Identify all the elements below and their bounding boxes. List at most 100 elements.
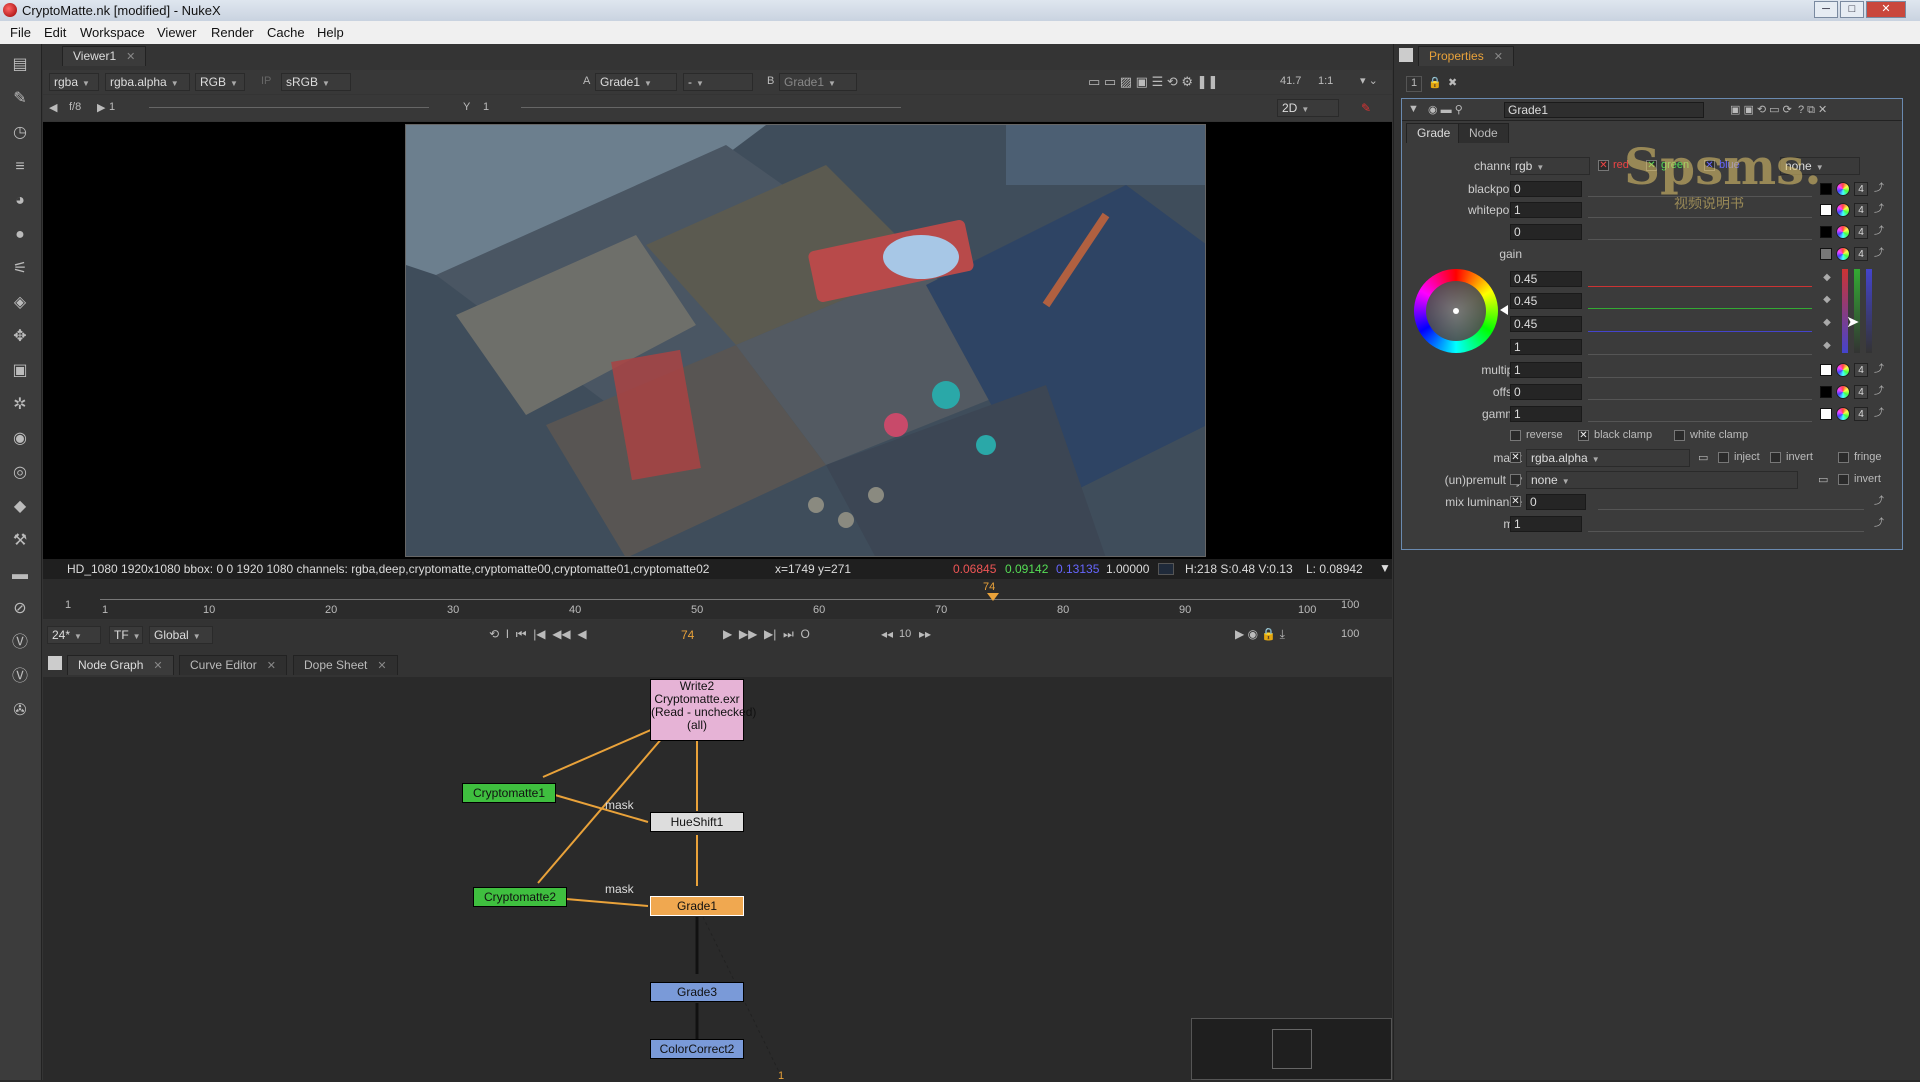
arrows-icon[interactable]: ◆ <box>1820 271 1834 285</box>
color-wheel-icon[interactable] <box>1836 247 1850 261</box>
menu-render[interactable]: Render <box>211 25 254 40</box>
gain-alpha-field[interactable]: 1 <box>1510 339 1582 355</box>
step-back-icon[interactable]: ◂◂ <box>881 627 893 641</box>
fps-dropdown[interactable]: 24* ▼ <box>47 626 101 644</box>
animation-curve-icon[interactable]: ⤴ <box>1872 363 1886 377</box>
lift-slider[interactable] <box>1588 224 1812 240</box>
animation-curve-icon[interactable]: ⤴ <box>1872 407 1886 421</box>
maximize-button[interactable]: □ <box>1840 1 1864 18</box>
blackpoint-slider[interactable] <box>1588 181 1812 197</box>
gain-blue-field[interactable]: 0.45 <box>1510 316 1582 332</box>
arrows-icon[interactable]: ◆ <box>1820 316 1834 330</box>
prev-fstop-icon[interactable]: ◀ <box>49 101 57 114</box>
mix-field[interactable]: 1 <box>1510 516 1582 532</box>
lift-swatch[interactable] <box>1820 226 1832 238</box>
ip-button[interactable]: IP <box>261 75 271 87</box>
fringe-checkbox[interactable] <box>1838 452 1849 463</box>
unpremult-link-icon[interactable]: ▭ <box>1818 473 1828 486</box>
gamma-field[interactable]: 1 <box>483 101 489 113</box>
gain-green-slider[interactable] <box>1588 293 1812 309</box>
menu-edit[interactable]: Edit <box>44 25 66 40</box>
black-clamp-checkbox[interactable]: ✕ <box>1578 430 1589 441</box>
chevron-down-icon[interactable]: ▼ <box>1379 561 1391 575</box>
animation-curve-icon[interactable]: ⤴ <box>1872 203 1886 217</box>
transport-buttons-right[interactable]: ▶ ▶▶ ▶| ⏭ O <box>723 627 810 642</box>
split-channels-button[interactable]: 4 <box>1854 203 1868 217</box>
b-input-dropdown[interactable]: Grade1 ▼ <box>779 73 857 91</box>
tab-node[interactable]: Node <box>1458 123 1509 143</box>
particles-tool-icon[interactable]: ✲ <box>9 394 31 416</box>
view-mode-dropdown[interactable]: 2D ▼ <box>1277 99 1339 117</box>
panel-tool-icons[interactable]: ◉ ▬ ⚲ <box>1428 103 1463 116</box>
gain-rgb-bars[interactable] <box>1842 269 1848 353</box>
cara-vr-tool-icon[interactable]: ✇ <box>9 700 31 722</box>
animation-curve-icon[interactable]: ⤴ <box>1872 385 1886 399</box>
gamma-swatch[interactable] <box>1820 408 1832 420</box>
mask-link-icon[interactable]: ▭ <box>1698 451 1708 464</box>
timeline[interactable]: 1 1 10 20 30 40 50 60 70 80 90 100 74 10… <box>43 579 1392 619</box>
color-wheel-icon[interactable] <box>1836 385 1850 399</box>
color-wheel-icon[interactable] <box>1836 363 1850 377</box>
split-channels-button[interactable]: 4 <box>1854 407 1868 421</box>
color-wheel-icon[interactable] <box>1836 407 1850 421</box>
channels-dropdown[interactable]: rgba ▼ <box>49 73 99 91</box>
node-grade3[interactable]: Grade3 <box>650 982 744 1002</box>
node-graph-canvas[interactable]: Write2 Cryptomatte.exr (Read - unchecked… <box>43 677 1392 1082</box>
multiply-field[interactable]: 1 <box>1510 362 1582 378</box>
whitepoint-field[interactable]: 1 <box>1510 202 1582 218</box>
time-tool-icon[interactable]: ◷ <box>9 122 31 144</box>
whitepoint-slider[interactable] <box>1588 202 1812 218</box>
gain-bar-blue[interactable] <box>1866 269 1872 353</box>
node-colorcorrect2[interactable]: ColorCorrect2 <box>650 1039 744 1059</box>
close-tab-icon[interactable]: ✕ <box>126 51 135 63</box>
animation-curve-icon[interactable]: ⤴ <box>1872 247 1886 261</box>
unpremult-invert-checkbox[interactable] <box>1838 474 1849 485</box>
blackpoint-swatch[interactable] <box>1820 183 1832 195</box>
filter-tool-icon[interactable]: ● <box>9 224 31 246</box>
minimize-button[interactable]: ─ <box>1814 1 1838 18</box>
gain-swatch[interactable] <box>1820 248 1832 260</box>
views-tool-icon[interactable]: ◎ <box>9 462 31 484</box>
red-checkbox[interactable]: ✕ <box>1598 160 1609 171</box>
split-channels-button[interactable]: 4 <box>1854 363 1868 377</box>
tab-grade[interactable]: Grade <box>1406 123 1462 143</box>
gamma-field[interactable]: 1 <box>1510 406 1582 422</box>
merge-tool-icon[interactable]: ◈ <box>9 292 31 314</box>
image-tool-icon[interactable]: ▤ <box>9 54 31 76</box>
arrows-icon[interactable]: ◆ <box>1820 339 1834 353</box>
pane-menu-icon[interactable] <box>1399 48 1413 62</box>
metadata-tool-icon[interactable]: ◆ <box>9 496 31 518</box>
lock-icon[interactable]: 🔒 <box>1428 76 1442 89</box>
invert-checkbox[interactable] <box>1770 452 1781 463</box>
node-grade1[interactable]: Grade1 <box>650 896 744 916</box>
gain-red-field[interactable]: 0.45 <box>1510 271 1582 287</box>
whitepoint-swatch[interactable] <box>1820 204 1832 216</box>
inject-checkbox[interactable] <box>1718 452 1729 463</box>
mask-channel-dropdown[interactable]: rgba.alpha ▼ <box>1526 449 1690 467</box>
pixel-ratio[interactable]: 1:1 <box>1318 75 1333 87</box>
close-window-button[interactable]: ✕ <box>1866 1 1906 18</box>
node-hueshift1[interactable]: HueShift1 <box>650 812 744 832</box>
mix-luminance-checkbox[interactable]: ✕ <box>1510 496 1521 507</box>
mix-luminance-slider[interactable] <box>1598 494 1864 510</box>
gain-red-slider[interactable] <box>1588 271 1812 287</box>
panel-action-icons[interactable]: ▣ ▣ ⟲ ▭ ⟳ ? ⧉ ✕ <box>1730 103 1827 117</box>
color-wheel-icon[interactable] <box>1836 203 1850 217</box>
mix-slider[interactable] <box>1588 516 1864 532</box>
end-frame-field[interactable]: 100 <box>1341 628 1359 640</box>
furnace-tool-icon[interactable]: ⊘ <box>9 598 31 620</box>
nodegraph-navigator[interactable] <box>1191 1018 1392 1080</box>
flipbook-icons[interactable]: ▶ ◉ 🔒 ⤓ <box>1235 627 1285 642</box>
chevron-down-icon[interactable]: ▾ ⌄ <box>1360 74 1378 87</box>
channel-tool-icon[interactable]: ≡ <box>9 156 31 178</box>
transport-buttons-left[interactable]: ⟲ I ⏮ |◀ ◀◀ ◀ <box>489 627 587 642</box>
color-tool-icon[interactable]: ◕ <box>9 190 31 212</box>
gain-bar-green[interactable] <box>1854 269 1860 353</box>
zoom-level[interactable]: 41.7 <box>1280 75 1301 87</box>
scope-dropdown[interactable]: Global ▼ <box>149 626 213 644</box>
split-channels-button[interactable]: 4 <box>1854 182 1868 196</box>
tab-dope-sheet[interactable]: Dope Sheet ✕ <box>293 655 398 675</box>
ocula-tool-icon[interactable]: Ⓥ <box>9 632 31 654</box>
node-name-field[interactable]: Grade1 <box>1504 102 1704 118</box>
node-write2[interactable]: Write2 Cryptomatte.exr (Read - unchecked… <box>650 679 756 741</box>
